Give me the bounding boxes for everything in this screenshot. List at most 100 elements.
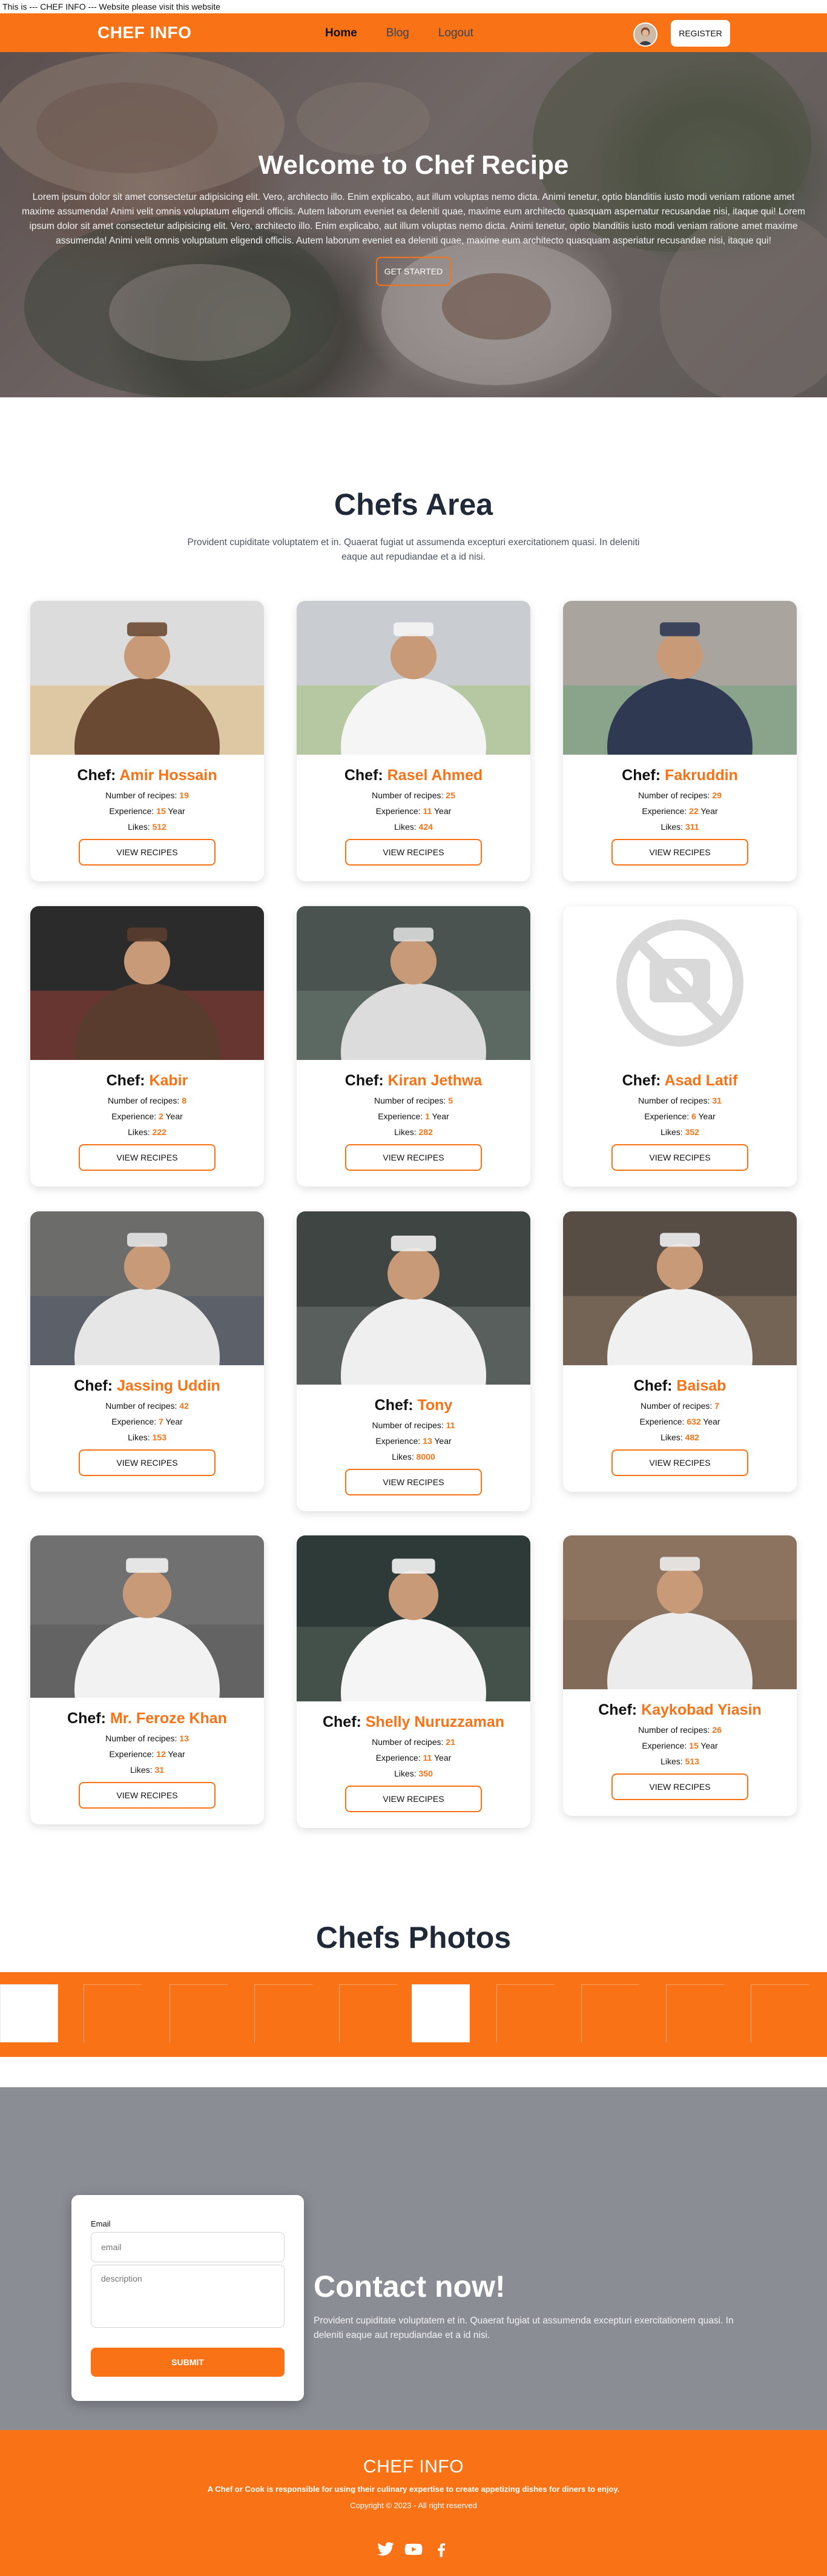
chef-experience: Experience: 11 Year — [375, 806, 452, 816]
view-recipes-button[interactable]: VIEW RECIPES — [345, 839, 482, 866]
chef-name-heading: Chef: Jassing Uddin — [30, 1377, 264, 1395]
chef-experience: Experience: 12 Year — [109, 1749, 185, 1759]
view-recipes-button[interactable]: VIEW RECIPES — [611, 839, 748, 866]
contact-text: Provident cupiditate voluptatem et in. Q… — [314, 2316, 734, 2340]
chef-name: Jassing Uddin — [116, 1377, 220, 1394]
nav-link-logout[interactable]: Logout — [438, 27, 473, 40]
chef-photo — [30, 1535, 264, 1698]
chef-likes: Likes: 311 — [661, 822, 699, 832]
chef-card: Chef: Rasel Ahmed Number of recipes: 25 … — [297, 601, 530, 881]
chef-card: Chef: Shelly Nuruzzaman Number of recipe… — [297, 1535, 530, 1828]
chef-name-heading: Chef: Amir Hossain — [30, 767, 264, 784]
view-recipes-button[interactable]: VIEW RECIPES — [611, 1773, 748, 1800]
hero-text: Lorem ipsum dolor sit amet consectetur a… — [22, 192, 805, 246]
view-recipes-button[interactable]: VIEW RECIPES — [79, 1449, 216, 1476]
view-recipes-button[interactable]: VIEW RECIPES — [79, 1782, 216, 1809]
chef-experience: Experience: 13 Year — [375, 1436, 452, 1446]
footer-about: A Chef or Cook is responsible for using … — [207, 2485, 620, 2494]
site-notice: This is --- CHEF INFO --- Website please… — [2, 2, 220, 12]
chef-name: Kaykobad Yiasin — [641, 1701, 762, 1718]
register-button[interactable]: REGISTER — [671, 20, 730, 47]
chef-name: Mr. Feroze Khan — [110, 1710, 227, 1727]
navbar: CHEF INFO Home Blog Logout REGISTER — [0, 13, 827, 52]
chef-name: Fakruddin — [664, 767, 738, 784]
email-input[interactable] — [91, 2232, 285, 2262]
chef-name-heading: Chef: Kaykobad Yiasin — [563, 1701, 797, 1719]
chef-photo-thumb — [254, 1984, 312, 2042]
chef-card: Chef: Baisab Number of recipes: 7 Experi… — [563, 1211, 797, 1492]
chef-prefix: Chef: — [77, 767, 120, 784]
chef-photos-strip — [0, 1972, 827, 2057]
chef-photo — [563, 601, 797, 755]
chef-prefix: Chef: — [374, 1397, 418, 1414]
footer-brand: CHEF INFO — [363, 2457, 464, 2477]
chef-name: Baisab — [676, 1377, 727, 1394]
get-started-button[interactable]: GET STARTED — [376, 257, 451, 286]
view-recipes-button[interactable]: VIEW RECIPES — [345, 1469, 482, 1495]
view-recipes-button[interactable]: VIEW RECIPES — [611, 1144, 748, 1171]
social-links — [0, 2540, 827, 2558]
chefs-section-description: Provident cupiditate voluptatem et in. Q… — [187, 537, 640, 562]
chef-photo — [297, 1535, 530, 1701]
chef-name-heading: Chef: Mr. Feroze Khan — [30, 1710, 264, 1727]
chef-photo — [30, 1211, 264, 1365]
chef-prefix: Chef: — [344, 1072, 388, 1089]
chef-recipes: Number of recipes: 42 — [105, 1401, 189, 1411]
chef-photo — [563, 1535, 797, 1689]
chef-photo-thumb — [496, 1984, 555, 2042]
youtube-icon[interactable] — [404, 2540, 423, 2558]
nav-link-blog[interactable]: Blog — [386, 27, 409, 40]
chef-name-heading: Chef: Shelly Nuruzzaman — [297, 1713, 530, 1731]
chef-prefix: Chef: — [322, 1713, 366, 1730]
chef-experience: Experience: 632 Year — [639, 1417, 720, 1426]
chef-likes: Likes: 8000 — [392, 1452, 435, 1462]
hero-title: Welcome to Chef Recipe — [258, 150, 569, 180]
chef-experience: Experience: 22 Year — [642, 806, 718, 816]
chef-experience: Experience: 11 Year — [375, 1753, 452, 1763]
chef-name: Tony — [417, 1397, 453, 1414]
chef-likes: Likes: 424 — [394, 822, 433, 832]
twitter-icon[interactable] — [377, 2540, 395, 2558]
chef-name: Kiran Jethwa — [387, 1072, 483, 1089]
submit-button[interactable]: SUBMIT — [91, 2348, 285, 2377]
chef-name-heading: Chef: Baisab — [563, 1377, 797, 1395]
chef-experience: Experience: 15 Year — [642, 1741, 718, 1750]
chef-likes: Likes: 282 — [394, 1127, 433, 1137]
chef-name-heading: Chef: Asad Latif — [563, 1072, 797, 1090]
chef-photo-thumb — [84, 1984, 142, 2042]
chef-recipes: Number of recipes: 5 — [374, 1096, 453, 1105]
footer-copyright: Copyright © 2023 - All right reserved — [350, 2501, 477, 2510]
view-recipes-button[interactable]: VIEW RECIPES — [79, 1144, 216, 1171]
chef-experience: Experience: 1 Year — [378, 1111, 449, 1121]
view-recipes-button[interactable]: VIEW RECIPES — [79, 839, 216, 866]
user-avatar[interactable] — [633, 22, 657, 47]
chef-card: Chef: Kiran Jethwa Number of recipes: 5 … — [297, 906, 530, 1187]
view-recipes-button[interactable]: VIEW RECIPES — [345, 1144, 482, 1171]
chef-prefix: Chef: — [622, 1072, 665, 1089]
chef-card: Chef: Jassing Uddin Number of recipes: 4… — [30, 1211, 264, 1492]
chef-recipes: Number of recipes: 13 — [105, 1733, 189, 1743]
view-recipes-button[interactable]: VIEW RECIPES — [345, 1786, 482, 1812]
chef-name: Shelly Nuruzzaman — [365, 1713, 505, 1730]
brand-logo[interactable]: CHEF INFO — [97, 23, 191, 42]
chef-photo — [297, 1211, 530, 1385]
nav-link-home[interactable]: Home — [325, 27, 357, 40]
facebook-icon[interactable] — [432, 2540, 450, 2558]
chef-photo — [30, 601, 264, 755]
chef-card: Chef: Kaykobad Yiasin Number of recipes:… — [563, 1535, 797, 1816]
chef-likes: Likes: 153 — [128, 1432, 166, 1442]
description-textarea[interactable] — [91, 2265, 285, 2328]
chef-likes: Likes: 513 — [661, 1757, 699, 1766]
chef-name: Amir Hossain — [119, 767, 217, 784]
chef-prefix: Chef: — [106, 1072, 150, 1089]
chef-likes: Likes: 512 — [128, 822, 166, 832]
chef-likes: Likes: 482 — [661, 1432, 699, 1442]
chef-photo-thumb — [666, 1984, 724, 2042]
chef-photo-thumb — [0, 1984, 58, 2042]
page-root: This is --- CHEF INFO --- Website please… — [0, 0, 827, 2576]
chef-placeholder-photo — [563, 906, 797, 1060]
chef-photo-thumb — [581, 1984, 639, 2042]
chef-photo — [563, 1211, 797, 1365]
chef-recipes: Number of recipes: 29 — [638, 790, 722, 800]
view-recipes-button[interactable]: VIEW RECIPES — [611, 1449, 748, 1476]
